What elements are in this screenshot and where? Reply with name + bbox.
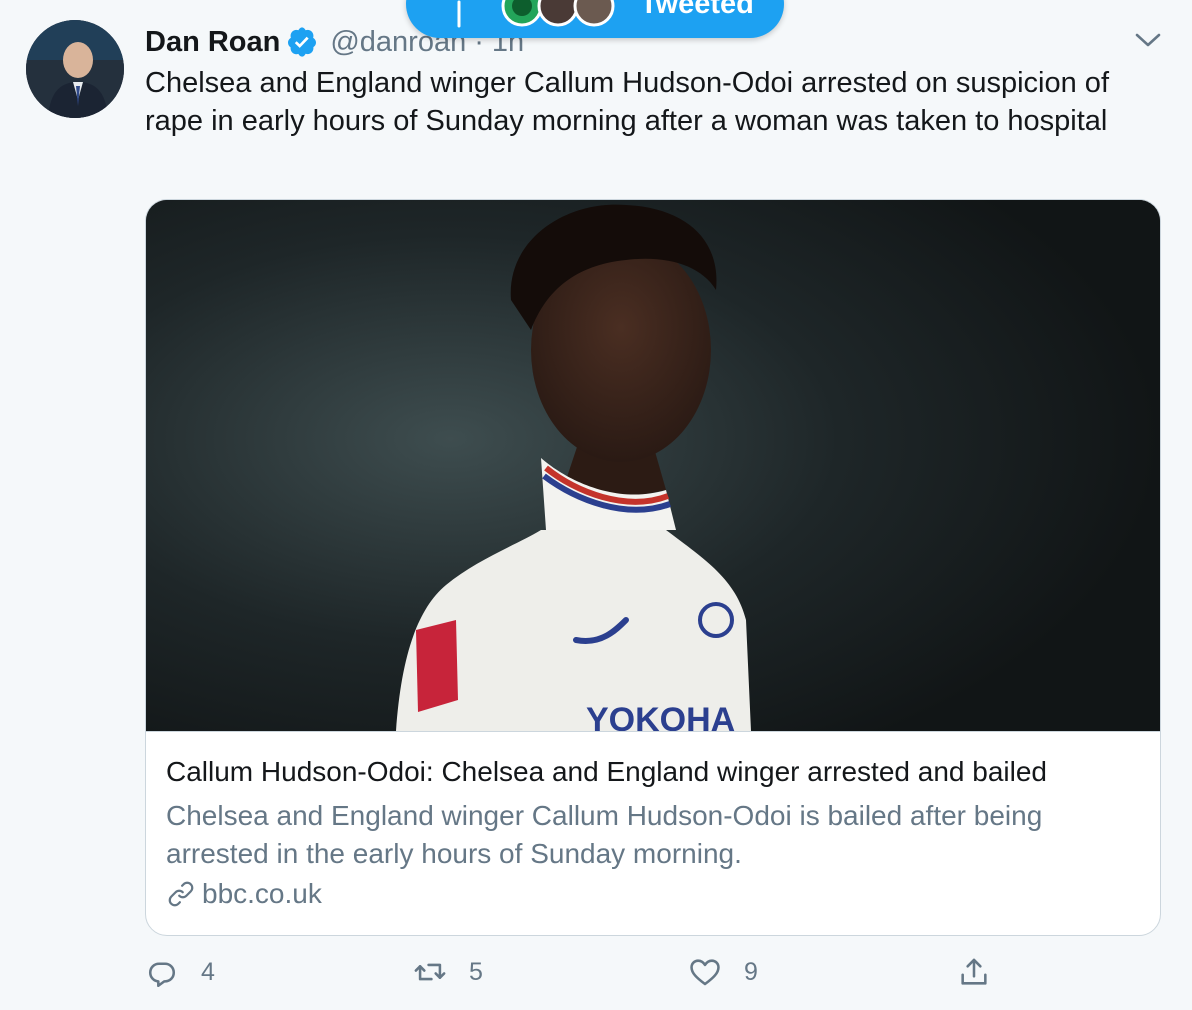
author-name[interactable]: Dan Roan [145, 26, 280, 59]
arrow-up-icon [457, 0, 461, 28]
tweet-text: Chelsea and England winger Callum Hudson… [145, 67, 1109, 137]
retweet-count: 5 [469, 957, 483, 986]
chevron-down-icon[interactable] [1133, 28, 1163, 52]
share-icon [961, 958, 987, 985]
tweet-actions: 4 5 9 [145, 955, 1005, 1000]
avatar[interactable] [26, 20, 124, 118]
verified-badge-icon [288, 27, 317, 57]
share-button[interactable] [957, 955, 1013, 989]
card-domain-text: bbc.co.uk [202, 878, 322, 909]
reply-button[interactable]: 4 [145, 955, 215, 989]
link-card[interactable]: YOKOHA Callum Hudson-Odoi: Chelsea and E… [145, 199, 1161, 936]
tweet[interactable]: Dan Roan @danroan · 1h Tweeted Chelsea a… [0, 0, 1192, 1010]
retweet-icon [414, 963, 446, 981]
banner-avatars [501, 0, 615, 27]
card-title[interactable]: Callum Hudson-Odoi: Chelsea and England … [166, 756, 1146, 788]
new-tweets-label: Tweeted [640, 0, 754, 20]
retweet-button[interactable]: 5 [413, 955, 483, 989]
like-icon [690, 959, 720, 986]
reply-count: 4 [201, 957, 215, 986]
card-image[interactable]: YOKOHA [146, 200, 1160, 732]
svg-text:YOKOHA: YOKOHA [586, 701, 735, 731]
like-button[interactable]: 9 [688, 955, 758, 989]
reply-icon [148, 962, 176, 988]
link-icon [168, 881, 194, 907]
card-domain[interactable]: bbc.co.uk [166, 878, 322, 910]
like-count: 9 [744, 957, 758, 986]
new-tweets-banner[interactable]: Tweeted [406, 0, 784, 38]
card-description: Chelsea and England winger Callum Hudson… [166, 800, 1043, 869]
